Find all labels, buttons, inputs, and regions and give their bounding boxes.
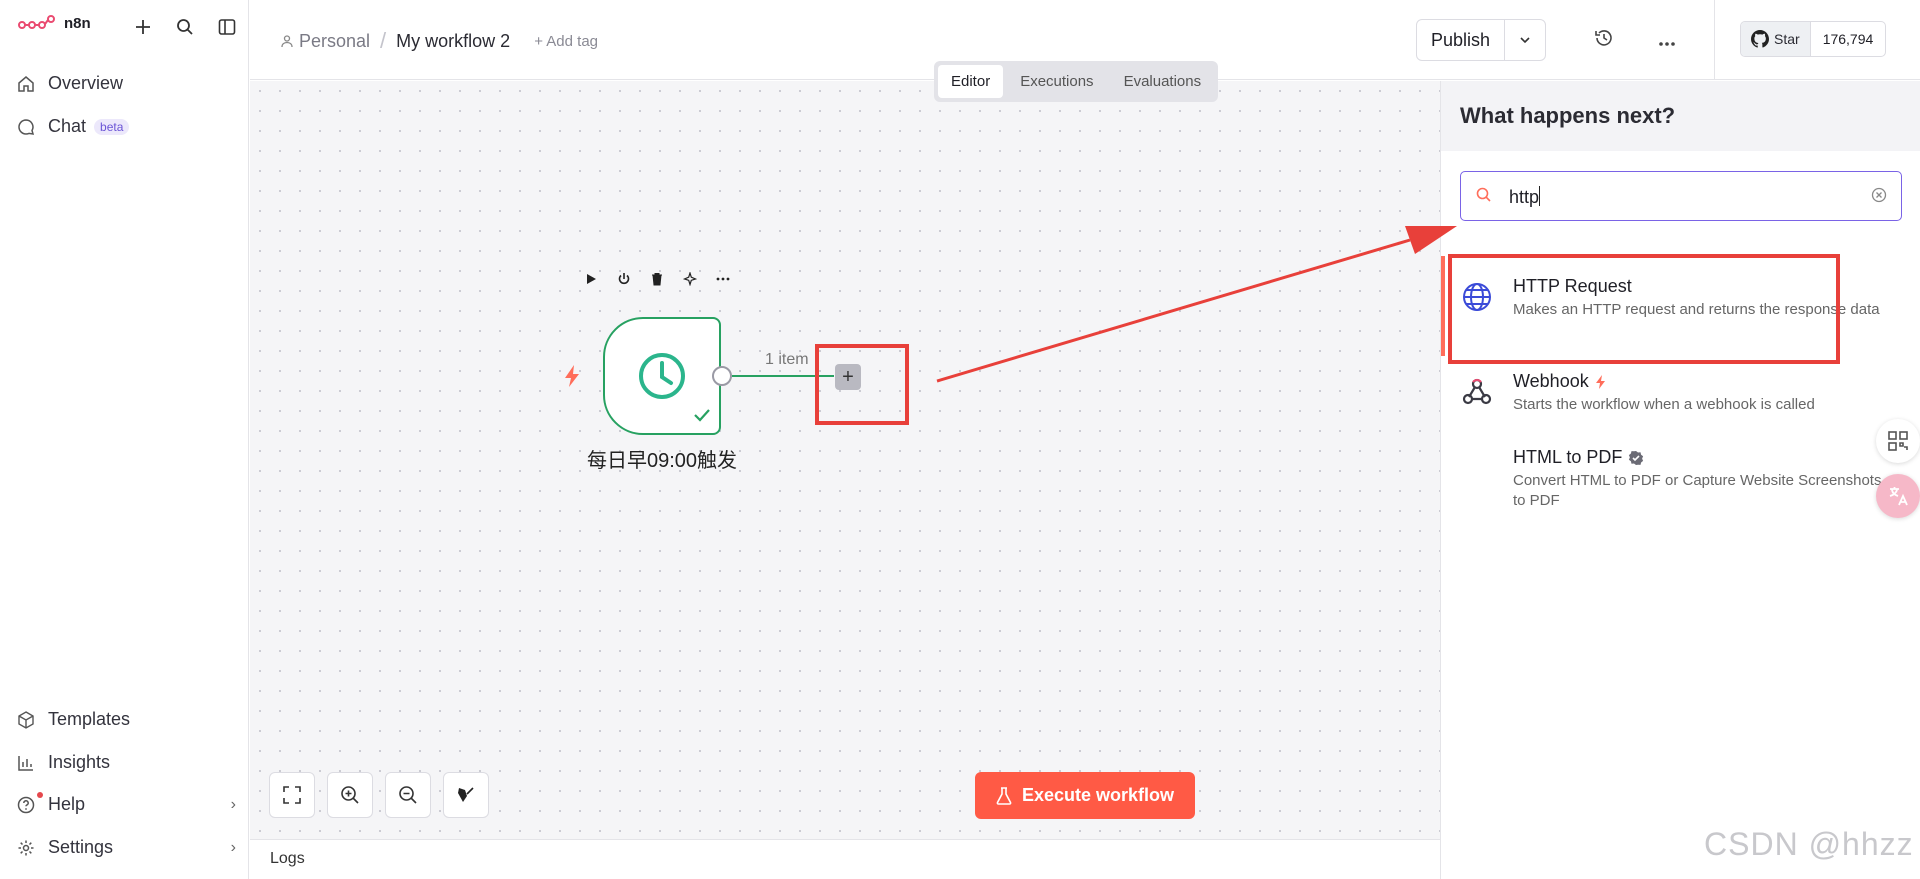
trigger-bolt-icon [562,364,582,393]
chevron-right-icon: › [230,795,236,813]
play-icon[interactable] [584,272,598,291]
sidebar-item-help[interactable]: Help › [16,791,236,815]
app-logo[interactable]: n8n [18,14,91,32]
logs-label: Logs [270,850,305,867]
breadcrumb-project[interactable]: Personal [280,31,370,52]
chevron-down-icon[interactable] [1505,20,1545,60]
search-icon[interactable] [174,16,196,38]
sidebar-item-label: Insights [48,752,111,772]
user-icon [281,35,293,48]
view-tabs: Editor Executions Evaluations [934,61,1219,102]
node-creator-panel: What happens next? http HTTP Request Mak… [1440,81,1920,879]
header-divider [1714,0,1715,80]
home-icon [16,74,36,94]
panel-title: What happens next? [1460,103,1676,128]
result-title: HTML to PDF [1513,447,1623,467]
n8n-logo-icon [18,15,55,29]
sidebar-item-settings[interactable]: Settings › [16,837,236,858]
templates-icon [16,710,36,730]
sidebar-item-templates[interactable]: Templates [16,709,236,730]
result-webhook[interactable]: Webhook Starts the workflow when a webho… [1460,371,1900,423]
connection-item-count: 1 item [765,351,809,368]
panel-header: What happens next? [1441,81,1920,151]
github-star-button[interactable]: Star 176,794 [1740,21,1887,57]
fit-view-icon[interactable] [269,772,315,818]
add-icon[interactable] [132,16,154,38]
tab-executions[interactable]: Executions [1007,65,1106,98]
node-toolbar [584,270,730,291]
app-logo-text: n8n [64,14,91,32]
history-icon[interactable] [1594,28,1614,53]
selected-indicator [1441,256,1445,356]
tidy-up-icon[interactable] [443,772,489,818]
verified-badge-icon [1629,450,1644,465]
notification-dot [37,791,43,798]
sidebar-toggle-icon[interactable] [216,16,238,38]
breadcrumb: Personal / My workflow 2 + Add tag [280,28,598,54]
sidebar-item-label: Overview [48,73,124,93]
node-search-input[interactable]: http [1460,171,1902,221]
more-options-icon[interactable] [716,272,730,291]
flask-icon [996,786,1012,805]
sidebar: n8n Overview Chat beta Templates Insight… [0,0,249,879]
beta-badge: beta [94,118,130,135]
sidebar-item-overview[interactable]: Overview [16,73,236,94]
sidebar-item-label: Chat [48,116,87,136]
publish-button[interactable]: Publish [1417,20,1506,60]
power-icon[interactable] [617,272,631,291]
schedule-trigger-node[interactable] [603,317,721,435]
insights-icon [16,753,36,773]
publish-button-group: Publish [1416,19,1547,61]
tab-evaluations[interactable]: Evaluations [1111,65,1215,98]
sidebar-item-chat[interactable]: Chat beta [16,116,236,137]
help-icon [16,791,43,815]
star-count: 176,794 [1822,31,1874,47]
execute-workflow-button[interactable]: Execute workflow [975,772,1195,819]
trash-icon[interactable] [650,272,664,291]
success-check-icon [693,406,711,427]
node-title: 每日早09:00触发 [586,450,738,472]
sidebar-item-label: Help [48,794,86,814]
github-icon [1751,30,1769,48]
sidebar-item-insights[interactable]: Insights [16,752,236,773]
logs-bar[interactable]: Logs [250,839,1440,879]
annotation-http-highlight [1448,254,1840,364]
search-icon [1476,187,1492,208]
sparkle-icon[interactable] [682,270,698,291]
star-label: Star [1774,31,1800,47]
annotation-plus-highlight [815,344,909,425]
chat-icon [16,117,36,137]
clear-search-icon[interactable] [1871,187,1887,208]
chevron-right-icon: › [230,838,236,856]
more-options-icon[interactable] [1658,34,1676,52]
clock-icon [639,353,685,399]
translate-icon[interactable] [1876,474,1920,518]
qr-scan-icon[interactable] [1876,419,1920,463]
sidebar-item-label: Templates [48,709,131,729]
zoom-in-icon[interactable] [327,772,373,818]
watermark: CSDN @hhzz [1704,826,1914,862]
tab-editor[interactable]: Editor [938,65,1004,98]
search-value: http [1509,187,1540,207]
result-title: Webhook [1513,371,1589,391]
add-tag-button[interactable]: + Add tag [534,33,598,50]
text-caret [1539,186,1541,206]
result-description: Convert HTML to PDF or Capture Website S… [1513,472,1882,509]
workflow-canvas[interactable] [250,81,1440,839]
webhook-icon [1460,375,1494,409]
canvas-controls [269,772,489,818]
gear-icon [16,838,36,858]
result-description: Starts the workflow when a webhook is ca… [1513,396,1815,413]
breadcrumb-separator: / [380,28,387,53]
trigger-bolt-icon [1595,374,1605,389]
workflow-name[interactable]: My workflow 2 [396,31,510,52]
zoom-out-icon[interactable] [385,772,431,818]
result-html-to-pdf[interactable]: HTML to PDF Convert HTML to PDF or Captu… [1460,447,1900,509]
sidebar-item-label: Settings [48,837,114,857]
node-output-handle[interactable] [712,366,732,386]
